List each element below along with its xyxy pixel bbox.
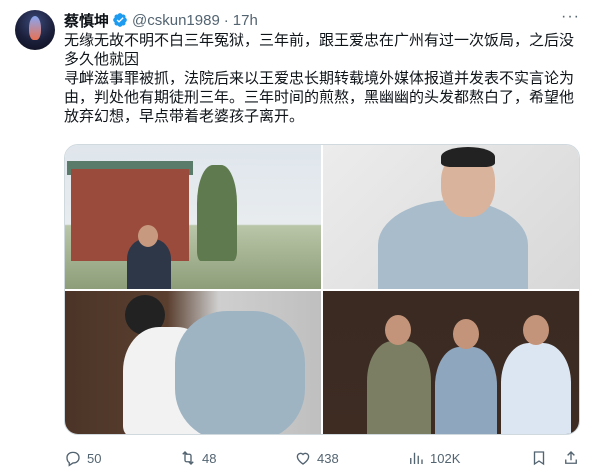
- bar-chart-icon: [407, 449, 425, 467]
- tweet-text: 无缘无故不明不白三年冤狱，三年前，跟王爱忠在广州有过一次饭局，之后没多久他就因 …: [64, 32, 575, 125]
- verified-badge-icon: [112, 12, 128, 28]
- media-grid: [64, 144, 580, 435]
- author-name[interactable]: 蔡慎坤: [64, 10, 109, 31]
- like-button[interactable]: 438: [294, 449, 339, 467]
- separator-dot: ·: [223, 11, 229, 29]
- share-icon: [562, 449, 580, 467]
- views-button[interactable]: 102K: [407, 449, 460, 467]
- heart-icon: [294, 449, 312, 467]
- views-count: 102K: [430, 450, 461, 466]
- bookmark-icon: [530, 449, 548, 467]
- retweet-icon: [179, 449, 197, 467]
- photo-4[interactable]: [323, 290, 579, 434]
- tweet-header: 蔡慎坤 @cskun1989 · 17h: [64, 10, 578, 30]
- photo-3[interactable]: [65, 290, 321, 434]
- author-avatar[interactable]: [15, 10, 55, 50]
- action-bar: 50 48 438 102K: [64, 448, 580, 468]
- share-button[interactable]: [562, 449, 580, 467]
- reply-button[interactable]: 50: [64, 449, 101, 467]
- like-count: 438: [317, 450, 339, 466]
- bookmark-button[interactable]: [530, 449, 548, 467]
- retweet-count: 48: [202, 450, 217, 466]
- more-options-icon[interactable]: ···: [561, 8, 580, 26]
- avatar-image: [29, 16, 41, 40]
- retweet-button[interactable]: 48: [179, 449, 216, 467]
- photo-2[interactable]: [323, 145, 579, 289]
- photo-1[interactable]: [65, 145, 321, 289]
- reply-icon: [64, 449, 82, 467]
- timestamp[interactable]: 17h: [233, 12, 258, 29]
- author-handle[interactable]: @cskun1989: [132, 12, 220, 29]
- reply-count: 50: [87, 450, 102, 466]
